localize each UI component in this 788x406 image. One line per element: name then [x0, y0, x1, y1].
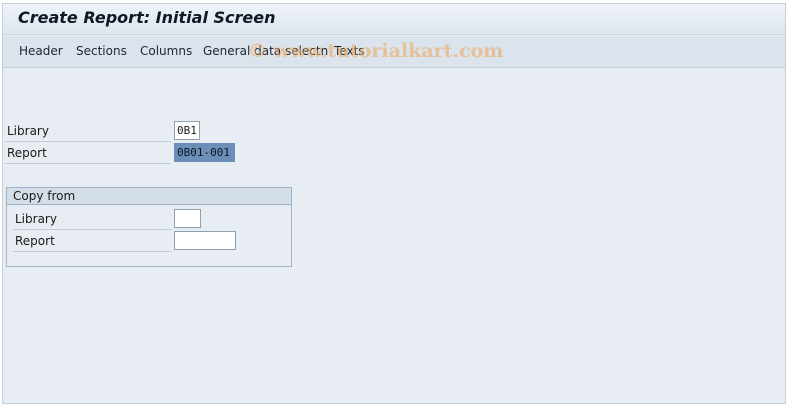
- copy-from-group: Copy from Library Report: [6, 187, 292, 267]
- page-title: Create Report: Initial Screen: [18, 8, 276, 27]
- window-frame: Create Report: Initial Screen Header Sec…: [2, 3, 786, 404]
- watermark: © www.tutorialkart.com: [248, 40, 504, 62]
- copy-library-row: Library: [13, 208, 172, 230]
- report-input[interactable]: 0B01-001: [174, 143, 235, 162]
- library-label: Library: [7, 124, 49, 138]
- report-row: Report: [5, 142, 171, 164]
- copy-report-row: Report: [13, 230, 172, 252]
- library-row: Library: [5, 120, 171, 142]
- copy-from-header: Copy from: [7, 188, 291, 205]
- menu-item-sections[interactable]: Sections: [76, 44, 127, 58]
- library-input[interactable]: 0B1: [174, 121, 200, 140]
- title-bar: Create Report: Initial Screen: [3, 4, 785, 35]
- copy-report-input[interactable]: [174, 231, 236, 250]
- copy-report-label: Report: [15, 234, 55, 248]
- menu-item-header[interactable]: Header: [19, 44, 63, 58]
- report-label: Report: [7, 146, 47, 160]
- copy-library-input[interactable]: [174, 209, 201, 228]
- copy-from-title: Copy from: [13, 189, 76, 203]
- menu-item-columns[interactable]: Columns: [140, 44, 192, 58]
- copy-library-label: Library: [15, 212, 57, 226]
